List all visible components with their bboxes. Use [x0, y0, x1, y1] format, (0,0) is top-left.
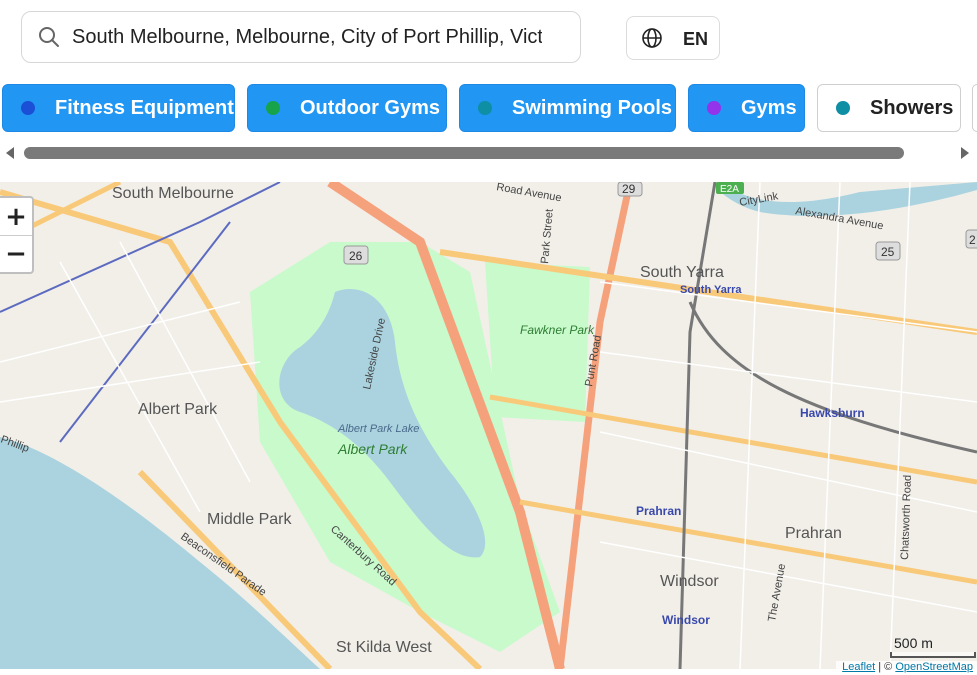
label-road-avenue: Road Avenue — [495, 182, 562, 204]
label-albert-park-suburb: Albert Park — [138, 401, 218, 418]
route-29-label: 29 — [622, 182, 636, 196]
chips-scrollbar[interactable] — [0, 144, 977, 162]
globe-icon — [642, 28, 662, 48]
commercial-road — [489, 394, 977, 485]
zoom-out-button[interactable]: − — [0, 235, 32, 272]
language-selector[interactable]: EN — [626, 16, 720, 60]
scrollbar-thumb[interactable] — [24, 147, 904, 159]
chip-label: Fitness Equipment — [55, 96, 234, 119]
scale-label: 500 m — [894, 635, 933, 651]
language-label: EN — [683, 29, 709, 49]
label-south-yarra: South Yarra — [640, 264, 724, 281]
label-south-yarra-station: South Yarra — [680, 284, 742, 296]
chip-label: Gyms — [741, 96, 797, 119]
gyms-dot-icon — [707, 101, 721, 115]
filter-chip-fitness-equipment[interactable]: Fitness Equipment — [2, 84, 235, 132]
chip-label: Swimming Pools — [512, 96, 673, 119]
route-25-label: 25 — [881, 245, 895, 259]
search-icon — [39, 27, 59, 47]
filter-chip-showers[interactable]: Showers — [817, 84, 961, 132]
label-prahran-station: Prahran — [636, 504, 681, 518]
label-windsor-station: Windsor — [662, 613, 710, 627]
search-input[interactable] — [72, 20, 542, 54]
leaflet-link[interactable]: Leaflet — [842, 661, 875, 673]
scroll-right-icon[interactable] — [961, 147, 969, 159]
map-tiles: South Melbourne Albert Park Middle Park … — [0, 182, 977, 669]
osm-link[interactable]: OpenStreetMap — [895, 661, 973, 673]
label-albert-park: Albert Park — [337, 441, 408, 457]
route-26-label: 26 — [349, 249, 363, 263]
outdoor-gyms-dot-icon — [266, 101, 280, 115]
label-the-avenue: The Avenue — [766, 563, 788, 623]
scroll-left-icon[interactable] — [6, 147, 14, 159]
zoom-in-button[interactable]: + — [0, 198, 32, 235]
label-chatsworth-road: Chatsworth Road — [899, 475, 914, 560]
chip-label: Outdoor Gyms — [300, 96, 441, 119]
map-attribution: Leaflet | © OpenStreetMap — [836, 661, 977, 675]
filter-chip-outdoor-gyms[interactable]: Outdoor Gyms — [247, 84, 447, 132]
filter-chip-swimming-pools[interactable]: Swimming Pools — [459, 84, 676, 132]
showers-dot-icon — [836, 101, 850, 115]
label-st-kilda-west: St Kilda West — [336, 639, 432, 656]
rail-line — [678, 182, 717, 669]
punt-road-line — [556, 182, 634, 669]
top-bar: EN — [0, 0, 977, 76]
search-box[interactable] — [21, 11, 581, 63]
label-south-melbourne: South Melbourne — [112, 185, 234, 202]
filter-chip-gyms[interactable]: Gyms — [688, 84, 805, 132]
e2a-label: E2A — [720, 184, 739, 195]
label-hawksburn: Hawksburn — [800, 406, 865, 420]
scale-bar — [890, 652, 976, 658]
filter-chips: Fitness Equipment Outdoor Gyms Swimming … — [0, 84, 977, 134]
label-middle-park: Middle Park — [207, 511, 292, 528]
fitness-equipment-dot-icon — [21, 101, 35, 115]
attribution-separator: | © — [875, 661, 896, 673]
swimming-pools-dot-icon — [478, 101, 492, 115]
filter-chip-next[interactable] — [972, 84, 977, 132]
label-albert-park-lake: Albert Park Lake — [337, 423, 419, 435]
label-prahran: Prahran — [785, 525, 842, 542]
chip-label: Showers — [870, 96, 954, 119]
zoom-control: + − — [0, 196, 34, 274]
route-2-label: 2 — [969, 233, 976, 247]
map[interactable]: South Melbourne Albert Park Middle Park … — [0, 182, 977, 669]
port-phillip-bay — [0, 437, 320, 669]
label-park-street: Park Street — [539, 208, 556, 264]
label-fawkner-park: Fawkner Park — [520, 323, 595, 337]
label-windsor: Windsor — [660, 573, 719, 590]
